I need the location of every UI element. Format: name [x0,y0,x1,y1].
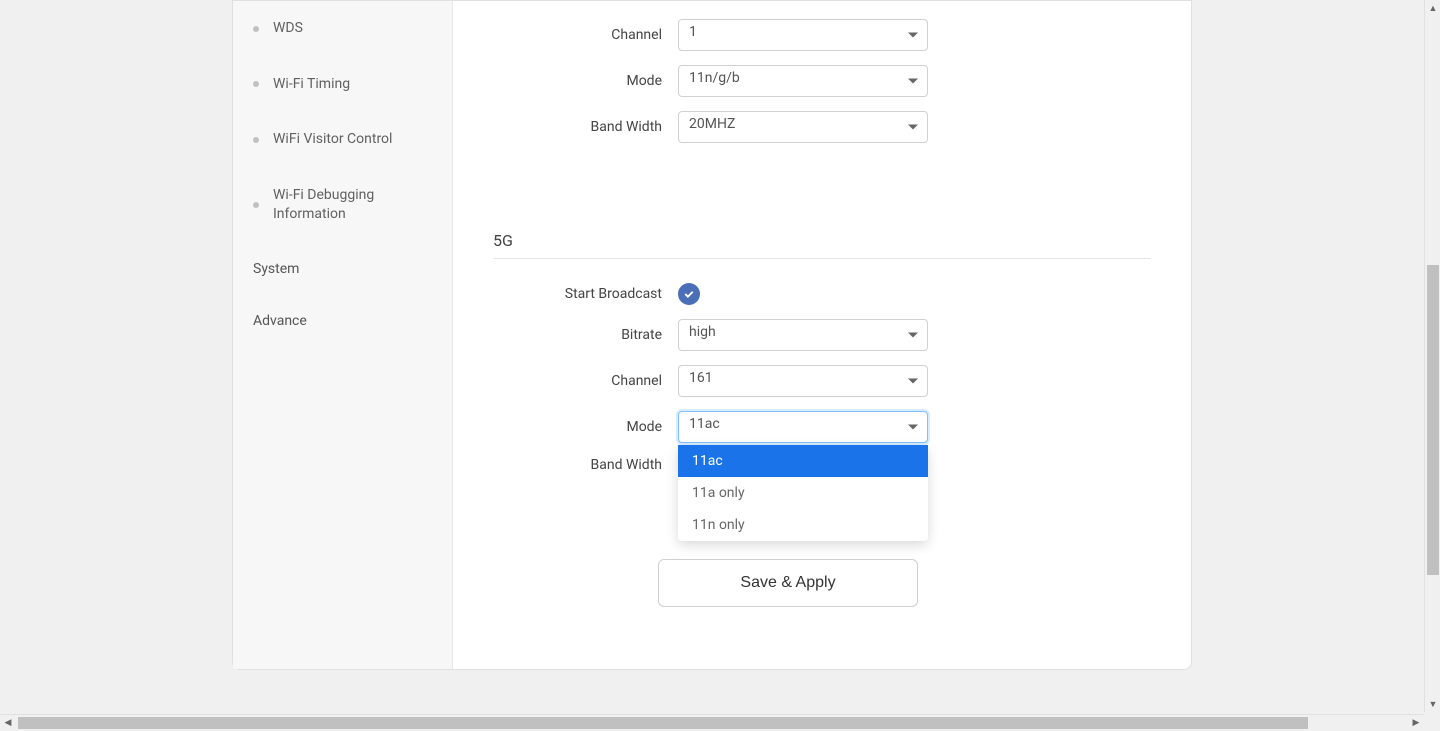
horizontal-scroll-thumb[interactable] [18,717,1308,729]
dropdown-option-11n-only[interactable]: 11n only [678,509,928,541]
channel-select-24[interactable]: 1 [678,19,928,51]
save-apply-button[interactable]: Save & Apply [658,559,918,607]
horizontal-scrollbar[interactable]: ◀ ▶ [0,714,1424,731]
check-icon [683,288,695,300]
scroll-up-arrow-icon[interactable]: ▲ [1425,0,1440,16]
section-header-5g: 5G [493,231,1151,259]
channel-select-5g[interactable]: 161 [678,365,928,397]
mode-label: Mode [493,419,678,435]
sidebar-item-system[interactable]: System [233,243,452,295]
bullet-icon [253,137,259,143]
form-row-start-broadcast: Start Broadcast [493,283,1151,305]
mode-select-5g[interactable]: 11ac [678,411,928,443]
vertical-scroll-thumb[interactable] [1427,265,1439,575]
sidebar-item-wifi-timing[interactable]: Wi-Fi Timing [233,57,452,113]
bitrate-label: Bitrate [493,327,678,343]
sidebar: WDS Wi-Fi Timing WiFi Visitor Control Wi… [233,1,453,669]
form-row-bandwidth-24: Band Width 20MHZ [493,111,1151,143]
scroll-down-arrow-icon[interactable]: ▼ [1425,696,1440,712]
mode-select-24[interactable]: 11n/g/b [678,65,928,97]
sidebar-item-label: Advance [253,313,307,329]
scroll-left-arrow-icon[interactable]: ◀ [0,715,16,731]
sidebar-item-label: Wi-Fi Timing [273,75,350,95]
mode-dropdown-menu: 11ac 11a only 11n only [678,445,928,541]
dropdown-option-11a-only[interactable]: 11a only [678,477,928,509]
sidebar-item-label: WiFi Visitor Control [273,130,392,150]
bullet-icon [253,26,259,32]
form-row-mode-5g: Mode 11ac 11ac 11a only 11n only [493,411,1151,443]
start-broadcast-toggle[interactable] [678,283,700,305]
bitrate-select-5g[interactable]: high [678,319,928,351]
bullet-icon [253,202,259,208]
sidebar-item-wds[interactable]: WDS [233,1,452,57]
content-panel: WDS Wi-Fi Timing WiFi Visitor Control Wi… [232,0,1192,670]
sidebar-item-wifi-visitor-control[interactable]: WiFi Visitor Control [233,112,452,168]
sidebar-item-wifi-debugging[interactable]: Wi-Fi Debugging Information [233,168,452,243]
form-row-mode-24: Mode 11n/g/b [493,65,1151,97]
sidebar-item-advance[interactable]: Advance [233,295,452,347]
bandwidth-label: Band Width [493,457,678,473]
bandwidth-select-24[interactable]: 20MHZ [678,111,928,143]
form-row-channel-5g: Channel 161 [493,365,1151,397]
scroll-right-arrow-icon[interactable]: ▶ [1408,715,1424,731]
main-panel: Channel 1 Mode 11n/g/b Band Width 20MHZ [453,1,1191,669]
sidebar-item-label: Wi-Fi Debugging Information [273,186,436,225]
form-row-bitrate-5g: Bitrate high [493,319,1151,351]
sidebar-item-label: WDS [273,19,303,39]
channel-label: Channel [493,373,678,389]
bullet-icon [253,81,259,87]
vertical-scrollbar[interactable]: ▲ ▼ [1424,0,1440,712]
bandwidth-label: Band Width [493,119,678,135]
mode-label: Mode [493,73,678,89]
form-row-channel-24: Channel 1 [493,19,1151,51]
channel-label: Channel [493,27,678,43]
sidebar-item-label: System [253,261,299,277]
start-broadcast-label: Start Broadcast [493,286,678,302]
dropdown-option-11ac[interactable]: 11ac [678,445,928,477]
